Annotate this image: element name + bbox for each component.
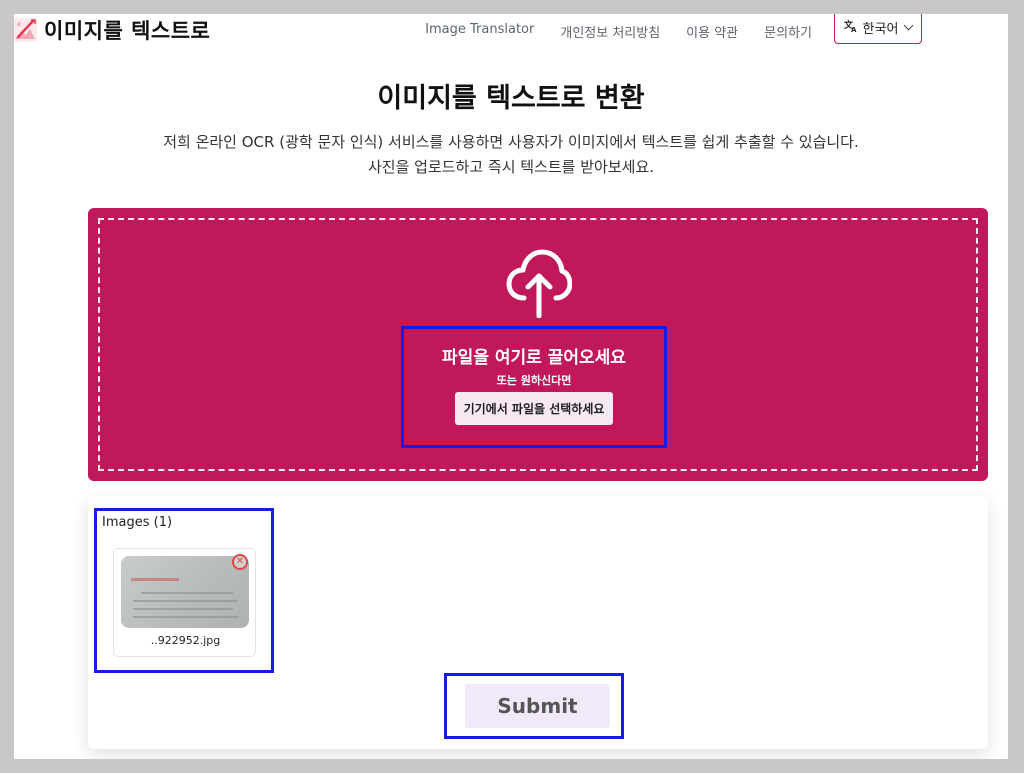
app-title: 이미지를 텍스트로 [44,19,211,43]
language-selector[interactable]: 文 A 한국어 [834,14,922,44]
cloud-upload-icon [506,249,572,318]
file-dropzone[interactable]: 파일을 여기로 끌어오세요 또는 원하신다면 기기에서 파일을 선택하세요 [88,208,988,481]
thumbnail-detail [133,600,237,602]
images-count-label: Images (1) [102,515,173,530]
page: 이미지를 텍스트로 Image Translator 개인정보 처리방침 이용 … [14,14,1008,759]
subtitle-line-2: 사진을 업로드하고 즉시 텍스트를 받아보세요. [367,158,655,176]
thumbnail-detail [141,592,233,594]
image-filename: ..922952.jpg [150,634,221,647]
subtitle-line-1: 저희 온라인 OCR (광학 문자 인식) 서비스를 사용하면 사용자가 이미지… [163,133,859,151]
nav-terms[interactable]: 이용 약관 [686,22,738,41]
page-title: 이미지를 텍스트로 변환 [377,83,645,114]
thumbnail-detail [131,578,179,581]
logo-icon [14,18,37,42]
nav-privacy-policy[interactable]: 개인정보 처리방침 [560,22,660,41]
thumbnail-detail [133,608,233,610]
svg-text:A: A [851,26,857,33]
submit-area: Submit [444,673,624,739]
thumbnail-detail [133,616,239,618]
image-thumbnail [121,556,249,628]
translate-icon: 文 A [843,19,858,36]
chevron-down-icon [903,20,914,31]
drop-or-text: 또는 원하신다면 [496,374,572,387]
images-section: Images (1) ✕ ..922952.jpg [94,508,274,673]
logo[interactable]: 이미지를 텍스트로 [14,15,210,45]
main-nav: Image Translator 개인정보 처리방침 이용 약관 문의하기 [425,22,812,41]
page-subtitle: 저희 온라인 OCR (광학 문자 인식) 서비스를 사용하면 사용자가 이미지… [14,130,1008,180]
images-panel: Images (1) ✕ ..922952.jpg Submit [88,496,988,749]
image-item[interactable]: ✕ ..922952.jpg [113,548,256,657]
drop-main-text: 파일을 여기로 끌어오세요 [442,348,626,368]
language-label: 한국어 [862,22,899,37]
submit-button[interactable]: Submit [465,684,610,728]
choose-file-button[interactable]: 기기에서 파일을 선택하세요 [454,392,614,425]
nav-contact[interactable]: 문의하기 [764,22,812,41]
remove-image-icon[interactable]: ✕ [232,554,248,570]
header: 이미지를 텍스트로 Image Translator 개인정보 처리방침 이용 … [14,14,1008,50]
nav-image-translator[interactable]: Image Translator [425,22,534,41]
drop-instructions: 파일을 여기로 끌어오세요 또는 원하신다면 기기에서 파일을 선택하세요 [401,326,667,448]
